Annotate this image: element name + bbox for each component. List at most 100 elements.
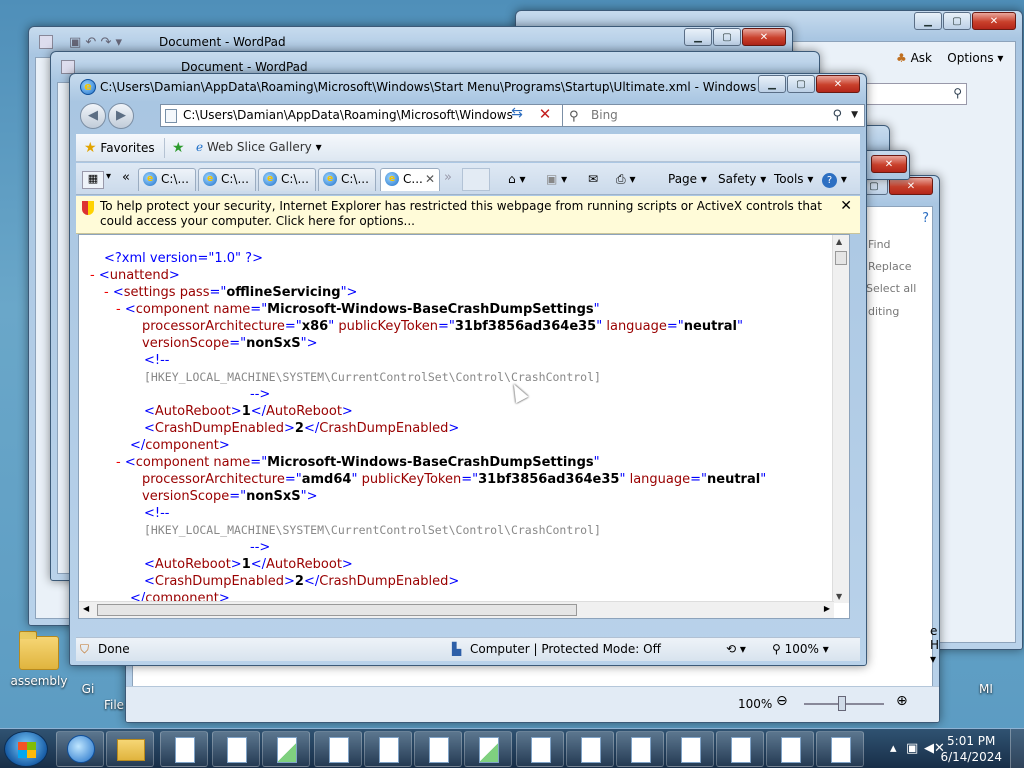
- zoom-button[interactable]: ⚲ 100% ▾: [772, 642, 829, 656]
- ask-menu[interactable]: Ask: [911, 51, 932, 65]
- quick-tabs-icon[interactable]: ▦: [82, 171, 104, 189]
- search-go-icon[interactable]: ⚲: [832, 105, 842, 126]
- tab-3[interactable]: e C:\...: [258, 168, 316, 191]
- page-menu[interactable]: Page ▾: [668, 172, 707, 186]
- feeds-button[interactable]: ▣ ▾: [546, 172, 567, 186]
- close-button[interactable]: ✕: [816, 75, 860, 93]
- add-favorite-button[interactable]: ★: [172, 140, 185, 156]
- help-button[interactable]: ? ▾: [822, 172, 847, 188]
- close-tab-icon[interactable]: ✕: [425, 169, 435, 190]
- tab-scroll-left-icon[interactable]: «: [122, 170, 130, 185]
- taskbar-document-button[interactable]: [314, 731, 362, 767]
- taskbar-document-button[interactable]: [364, 731, 412, 767]
- find-button[interactable]: Find: [868, 238, 891, 251]
- close-button[interactable]: ✕: [871, 155, 907, 173]
- taskbar-wordpad-button[interactable]: [262, 731, 310, 767]
- taskbar-document-button[interactable]: [160, 731, 208, 767]
- xml-node-settings[interactable]: - <settings pass="offlineServicing">: [104, 284, 357, 301]
- security-zone-text[interactable]: Computer | Protected Mode: Off: [470, 642, 661, 656]
- help-icon[interactable]: ?: [922, 211, 929, 226]
- taskbar-document-button[interactable]: [516, 731, 564, 767]
- zoom-out-button[interactable]: ⊖: [776, 693, 788, 709]
- xml-document-view[interactable]: <?xml version="1.0" ?> - <unattend> - <s…: [78, 234, 850, 619]
- bg-window-stack-2[interactable]: ✕: [860, 150, 910, 180]
- new-tab-button[interactable]: [462, 168, 490, 191]
- scroll-down-icon[interactable]: ▼: [836, 592, 842, 601]
- navigation-bar: ◀ ▶ C:\Users\Damian\AppData\Roaming\Micr…: [76, 101, 865, 131]
- infobar-text: To help protect your security, Internet …: [100, 199, 822, 228]
- scroll-left-icon[interactable]: ◀: [83, 604, 89, 613]
- zoom-slider-thumb[interactable]: [838, 696, 846, 711]
- tab-1[interactable]: e C:\...: [138, 168, 196, 191]
- xml-node-component[interactable]: - <component name="Microsoft-Windows-Bas…: [116, 301, 600, 318]
- home-button[interactable]: ⌂ ▾: [508, 172, 525, 186]
- maximize-button[interactable]: ▢: [787, 75, 815, 93]
- zoom-in-button[interactable]: ⊕: [896, 693, 908, 709]
- stop-icon[interactable]: ✕: [534, 105, 556, 127]
- taskbar-document-button[interactable]: [212, 731, 260, 767]
- chevron-down-icon: ▾: [760, 172, 767, 186]
- close-icon[interactable]: ✕: [840, 199, 852, 214]
- back-button[interactable]: ◀: [80, 103, 106, 129]
- ie-window[interactable]: e C:\Users\Damian\AppData\Roaming\Micros…: [69, 73, 867, 666]
- taskbar-ie-button[interactable]: [56, 731, 104, 767]
- scroll-up-icon[interactable]: ▲: [836, 237, 842, 246]
- scrollbar-thumb[interactable]: [97, 604, 577, 616]
- safety-menu[interactable]: Safety ▾: [718, 172, 766, 186]
- options-menu[interactable]: Options: [947, 51, 993, 65]
- minimize-button[interactable]: ▁: [758, 75, 786, 93]
- tab-2[interactable]: e C:\...: [198, 168, 256, 191]
- clock[interactable]: 5:01 PM 6/14/2024: [940, 733, 1002, 765]
- help-menu[interactable]: e Help ▾: [930, 624, 939, 666]
- taskbar-document-button[interactable]: [766, 731, 814, 767]
- search-icon: ⚲: [569, 109, 579, 124]
- close-button[interactable]: ✕: [742, 28, 786, 46]
- horizontal-scrollbar[interactable]: ◀ ▶: [79, 601, 834, 618]
- close-button[interactable]: ✕: [972, 12, 1016, 30]
- taskbar-document-button[interactable]: [616, 731, 664, 767]
- maximize-button[interactable]: ▢: [943, 12, 971, 30]
- system-tray: ▴ ▣ ◀✕ 5:01 PM 6/14/2024: [884, 729, 1024, 768]
- tab-list-chevron-icon[interactable]: ▾: [106, 171, 111, 182]
- protected-mode-icon[interactable]: ⟲ ▾: [726, 642, 746, 656]
- taskbar-document-button[interactable]: [666, 731, 714, 767]
- taskbar-document-button[interactable]: [716, 731, 764, 767]
- taskbar-document-button[interactable]: [816, 731, 864, 767]
- xml-node-unattend[interactable]: - <unattend>: [90, 267, 180, 284]
- windows-logo-icon: [18, 742, 36, 758]
- desktop-icon-partial[interactable]: MI: [966, 682, 1006, 696]
- show-desktop-button[interactable]: [1010, 729, 1024, 768]
- print-button[interactable]: ⎙ ▾: [616, 172, 635, 187]
- taskbar-wordpad-button[interactable]: [464, 731, 512, 767]
- vertical-scrollbar[interactable]: ▲ ▼: [832, 235, 849, 603]
- refresh-icon[interactable]: ⇆: [506, 105, 528, 127]
- minimize-button[interactable]: ▁: [914, 12, 942, 30]
- replace-button[interactable]: Replace: [868, 260, 912, 273]
- tab-5-active[interactable]: e C... ✕: [380, 168, 440, 191]
- taskbar-explorer-button[interactable]: [106, 731, 154, 767]
- minimize-button[interactable]: ▁: [684, 28, 712, 46]
- show-hidden-icons-icon[interactable]: ▴: [890, 741, 897, 756]
- tab-scroll-right-icon[interactable]: »: [444, 170, 452, 185]
- desktop-icon-assembly[interactable]: assembly: [4, 631, 74, 688]
- xml-node-component[interactable]: - <component name="Microsoft-Windows-Bas…: [116, 454, 600, 471]
- favorites-button[interactable]: ★ Favorites: [84, 140, 155, 156]
- forward-button[interactable]: ▶: [108, 103, 134, 129]
- select-all-button[interactable]: Select all: [866, 282, 916, 295]
- taskbar-document-button[interactable]: [414, 731, 462, 767]
- maximize-button[interactable]: ▢: [713, 28, 741, 46]
- desktop-icon-partial[interactable]: Gi: [68, 682, 108, 696]
- start-button[interactable]: [4, 731, 48, 767]
- search-input[interactable]: ⚲: [861, 83, 967, 105]
- web-slice-gallery[interactable]: ℯ Web Slice Gallery ▾: [196, 140, 322, 154]
- taskbar-document-button[interactable]: [566, 731, 614, 767]
- tools-menu[interactable]: Tools ▾: [774, 172, 813, 186]
- chevron-down-icon[interactable]: ▼: [851, 105, 858, 126]
- tab-4[interactable]: e C:\...: [318, 168, 376, 191]
- security-information-bar[interactable]: To help protect your security, Internet …: [76, 196, 860, 234]
- network-icon[interactable]: ▣: [906, 741, 918, 756]
- scrollbar-thumb[interactable]: [835, 251, 847, 265]
- scroll-right-icon[interactable]: ▶: [824, 604, 830, 613]
- mail-icon[interactable]: ✉: [588, 172, 598, 186]
- search-input[interactable]: ⚲ Bing ⚲ ▼: [562, 104, 865, 127]
